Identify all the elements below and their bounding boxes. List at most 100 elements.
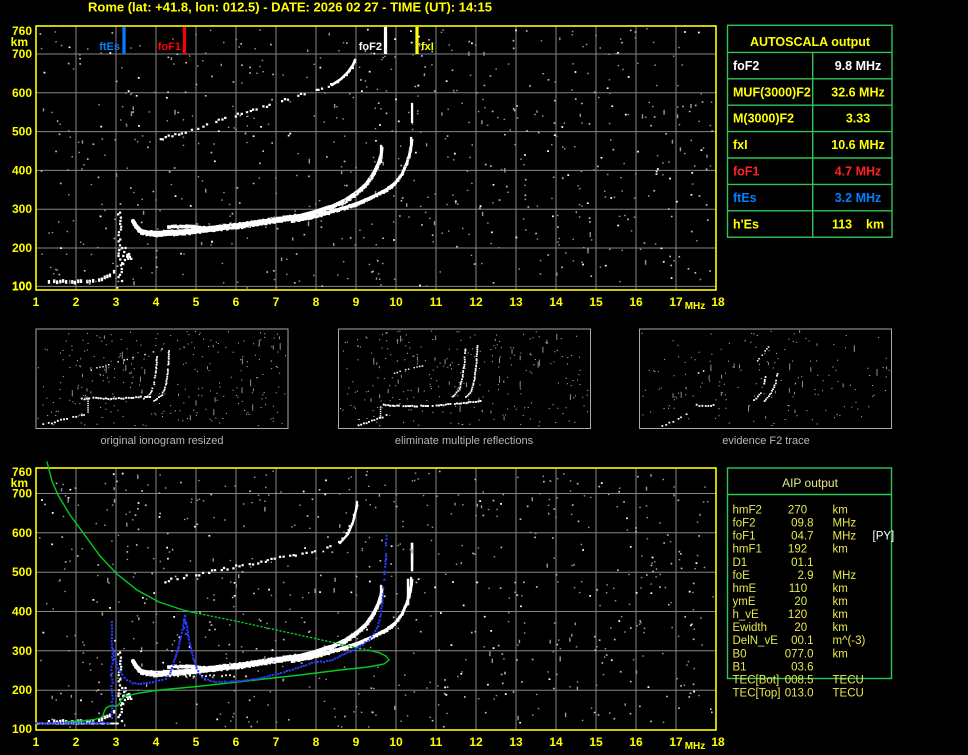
svg-text:TECU: TECU — [833, 688, 864, 700]
svg-text:Ewidth: Ewidth — [733, 622, 768, 634]
svg-text:hmF2: hmF2 — [733, 505, 762, 517]
svg-text:original ionogram resized: original ionogram resized — [101, 435, 224, 447]
svg-text:113 km: 113 km — [832, 217, 884, 231]
svg-text:20: 20 — [794, 596, 813, 608]
svg-text:km: km — [833, 609, 848, 621]
svg-text:16: 16 — [629, 295, 643, 309]
svg-text:008.5: 008.5 — [785, 674, 814, 686]
svg-text:18: 18 — [711, 735, 725, 749]
svg-text:7: 7 — [273, 735, 280, 749]
svg-text:hmE: hmE — [733, 583, 757, 595]
svg-text:300: 300 — [12, 644, 32, 658]
svg-text:15: 15 — [589, 295, 603, 309]
svg-text:11: 11 — [430, 735, 443, 749]
svg-text:15: 15 — [589, 735, 603, 749]
svg-text:foF2: foF2 — [733, 518, 756, 530]
svg-text:10: 10 — [389, 735, 403, 749]
svg-text:1: 1 — [33, 295, 40, 309]
svg-text:3.2 MHz: 3.2 MHz — [835, 191, 882, 205]
svg-text:eliminate multiple reflections: eliminate multiple reflections — [395, 435, 534, 447]
svg-text:m^(-3): m^(-3) — [833, 635, 866, 647]
svg-text:32.6 MHz: 32.6 MHz — [831, 85, 885, 99]
svg-text:8: 8 — [313, 735, 320, 749]
svg-text:5: 5 — [193, 295, 200, 309]
svg-text:ftEs: ftEs — [99, 41, 120, 53]
svg-text:km: km — [833, 648, 848, 660]
svg-text:fxI: fxI — [733, 138, 748, 152]
svg-text:km: km — [833, 596, 848, 608]
svg-text:17: 17 — [669, 295, 683, 309]
svg-text:ymE: ymE — [733, 596, 756, 608]
svg-text:7: 7 — [273, 295, 280, 309]
svg-text:270: 270 — [788, 505, 814, 517]
svg-text:04.7: 04.7 — [791, 531, 813, 543]
svg-text:TECU: TECU — [833, 674, 864, 686]
svg-text:12: 12 — [469, 295, 483, 309]
svg-text:100: 100 — [12, 722, 32, 736]
svg-text:foF1: foF1 — [733, 165, 759, 179]
svg-text:700: 700 — [12, 47, 32, 61]
svg-text:h_vE: h_vE — [733, 609, 760, 621]
svg-text:MHz: MHz — [833, 531, 857, 543]
svg-text:14: 14 — [549, 735, 563, 749]
svg-text:TEC[Top]: TEC[Top] — [733, 688, 781, 700]
svg-text:h'Es: h'Es — [733, 217, 759, 231]
svg-text:foF1: foF1 — [733, 531, 756, 543]
svg-text:110: 110 — [789, 583, 814, 595]
svg-text:MUF(3000)F2: MUF(3000)F2 — [733, 85, 811, 99]
svg-text:MHz: MHz — [833, 518, 857, 530]
svg-text:9: 9 — [353, 735, 360, 749]
svg-text:AUTOSCALA output: AUTOSCALA output — [750, 35, 871, 49]
svg-text:foE: foE — [733, 570, 751, 582]
svg-text:Rome (lat: +41.8, lon: 012.5): Rome (lat: +41.8, lon: 012.5) - DATE: 20… — [88, 0, 492, 15]
svg-text:9.8 MHz: 9.8 MHz — [835, 59, 882, 73]
svg-text:12: 12 — [469, 735, 483, 749]
svg-text:AIP output: AIP output — [782, 476, 838, 490]
svg-text:17: 17 — [669, 735, 683, 749]
svg-text:09.8: 09.8 — [791, 518, 813, 530]
svg-text:16: 16 — [629, 735, 643, 749]
svg-text:100: 100 — [12, 279, 32, 293]
svg-text:MHz: MHz — [685, 741, 706, 752]
svg-text:4: 4 — [153, 735, 160, 749]
svg-text:6: 6 — [233, 735, 240, 749]
svg-text:km: km — [833, 544, 848, 556]
svg-text:foF2: foF2 — [359, 41, 382, 53]
svg-text:ftEs: ftEs — [733, 191, 757, 205]
svg-text:14: 14 — [549, 295, 563, 309]
svg-text:192: 192 — [788, 544, 814, 556]
svg-text:2.9: 2.9 — [798, 570, 814, 582]
svg-text:120: 120 — [788, 609, 814, 621]
svg-text:D1: D1 — [733, 557, 748, 569]
svg-text:13: 13 — [509, 295, 523, 309]
svg-text:6: 6 — [233, 295, 240, 309]
svg-text:2: 2 — [73, 295, 80, 309]
svg-text:[PY]: [PY] — [873, 531, 895, 543]
svg-text:3: 3 — [113, 735, 120, 749]
svg-text:2: 2 — [73, 735, 80, 749]
svg-text:20: 20 — [794, 622, 813, 634]
svg-text:1: 1 — [33, 735, 40, 749]
svg-text:200: 200 — [12, 683, 32, 697]
svg-text:18: 18 — [711, 295, 725, 309]
svg-text:MHz: MHz — [833, 570, 857, 582]
svg-text:3: 3 — [113, 295, 120, 309]
svg-text:TEC[Bot]: TEC[Bot] — [733, 674, 780, 686]
svg-text:00.1: 00.1 — [791, 635, 813, 647]
svg-text:600: 600 — [12, 526, 32, 540]
svg-text:01.1: 01.1 — [791, 557, 813, 569]
svg-text:013.0: 013.0 — [785, 688, 814, 700]
svg-text:km: km — [833, 505, 848, 517]
svg-text:4.7 MHz: 4.7 MHz — [835, 165, 882, 179]
svg-text:500: 500 — [12, 565, 32, 579]
svg-text:400: 400 — [12, 605, 32, 619]
svg-text:B1: B1 — [733, 661, 747, 673]
svg-text:700: 700 — [12, 487, 32, 501]
svg-text:8: 8 — [313, 295, 320, 309]
svg-text:M(3000)F2: M(3000)F2 — [733, 112, 794, 126]
svg-text:10: 10 — [389, 295, 403, 309]
svg-text:500: 500 — [12, 125, 32, 139]
svg-text:km: km — [833, 622, 848, 634]
svg-text:200: 200 — [12, 241, 32, 255]
svg-text:km: km — [833, 583, 848, 595]
